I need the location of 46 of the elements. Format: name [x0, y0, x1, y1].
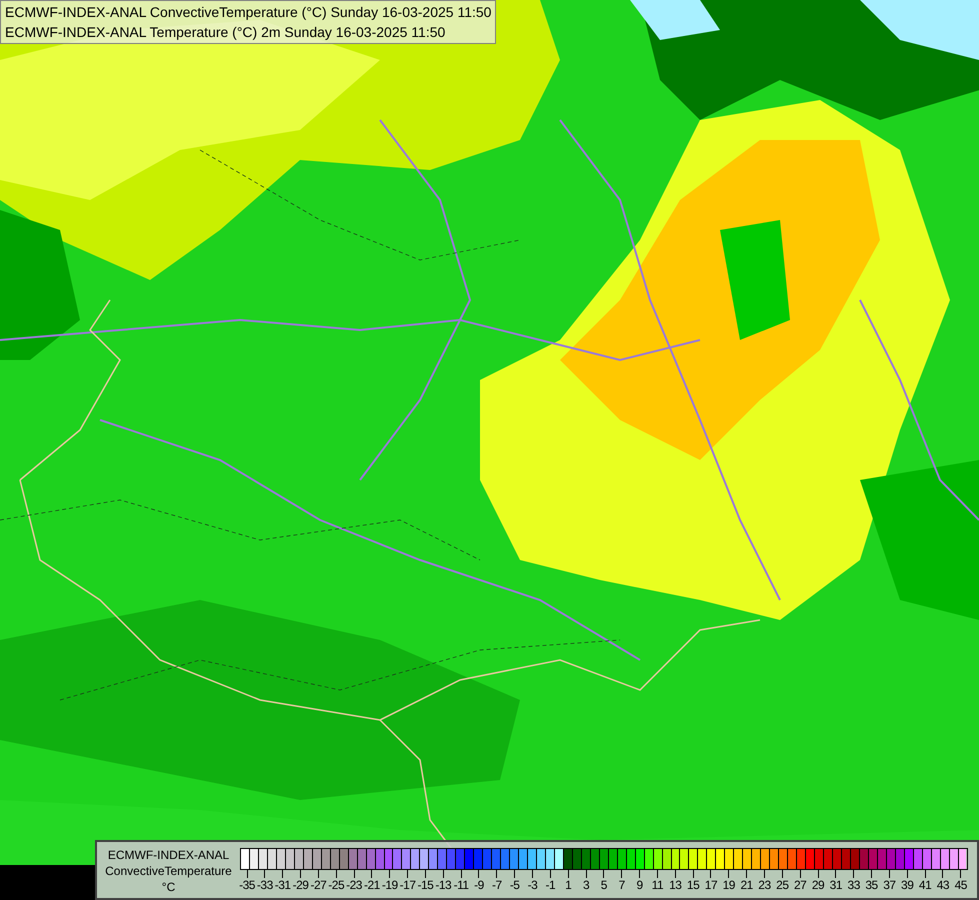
- tick-label: 29: [812, 878, 824, 892]
- tick-label: 25: [776, 878, 788, 892]
- tick-label: 37: [883, 878, 896, 892]
- tick-label: 11: [652, 878, 664, 892]
- tick-label: -9: [474, 878, 484, 892]
- legend-title: ECMWF-INDEX-ANAL: [108, 847, 230, 863]
- tick-label: 9: [636, 878, 643, 892]
- tick-label: -25: [328, 878, 344, 892]
- tick-label: -11: [454, 878, 469, 892]
- tick-label: -3: [528, 878, 538, 892]
- tick-label: 5: [600, 878, 607, 892]
- tick-label: -17: [400, 878, 416, 892]
- tick-label: -35: [239, 878, 255, 892]
- legend-title: °C: [162, 879, 176, 895]
- tick-label: -5: [510, 878, 520, 892]
- tick-label: 13: [669, 878, 682, 892]
- tick-label: 3: [582, 878, 590, 892]
- tick-label: -15: [418, 878, 434, 892]
- tick-label: 39: [901, 878, 914, 892]
- tick-label: -31: [274, 878, 291, 892]
- map-title: ECMWF-INDEX-ANAL Temperature (°C) 2m Sunday 16-03-2025 11:50: [5, 23, 446, 42]
- tick-label: 7: [618, 878, 625, 892]
- tick-label: 1: [565, 878, 572, 892]
- tick-label: -29: [292, 878, 308, 892]
- legend-title: ConvectiveTemperature: [105, 863, 232, 879]
- tick-label: 23: [758, 878, 771, 892]
- tick-label: -33: [256, 878, 273, 892]
- tick-label: -7: [492, 878, 502, 892]
- tick-label: 41: [918, 878, 932, 892]
- tick-label: -13: [435, 878, 452, 892]
- tick-label: 35: [865, 878, 878, 892]
- tick-label: 33: [848, 878, 860, 892]
- tick-label: 19: [722, 878, 735, 892]
- tick-label: -1: [546, 878, 556, 892]
- tick-label: 45: [954, 878, 967, 892]
- tick-label: 43: [936, 878, 950, 892]
- tick-label: 27: [794, 878, 806, 892]
- tick-label: 17: [704, 878, 718, 892]
- tick-label: -27: [310, 878, 326, 892]
- tick-label: -21: [364, 878, 380, 892]
- tick-label: 31: [830, 878, 842, 892]
- tick-label: -19: [382, 878, 398, 892]
- tick-label: -23: [346, 878, 362, 892]
- tick-label: 21: [740, 878, 753, 892]
- tick-label: 15: [686, 878, 700, 892]
- map-title: ECMWF-INDEX-ANAL ConvectiveTemperature (°C) Sunday 16-03-2025 11:50: [5, 3, 492, 22]
